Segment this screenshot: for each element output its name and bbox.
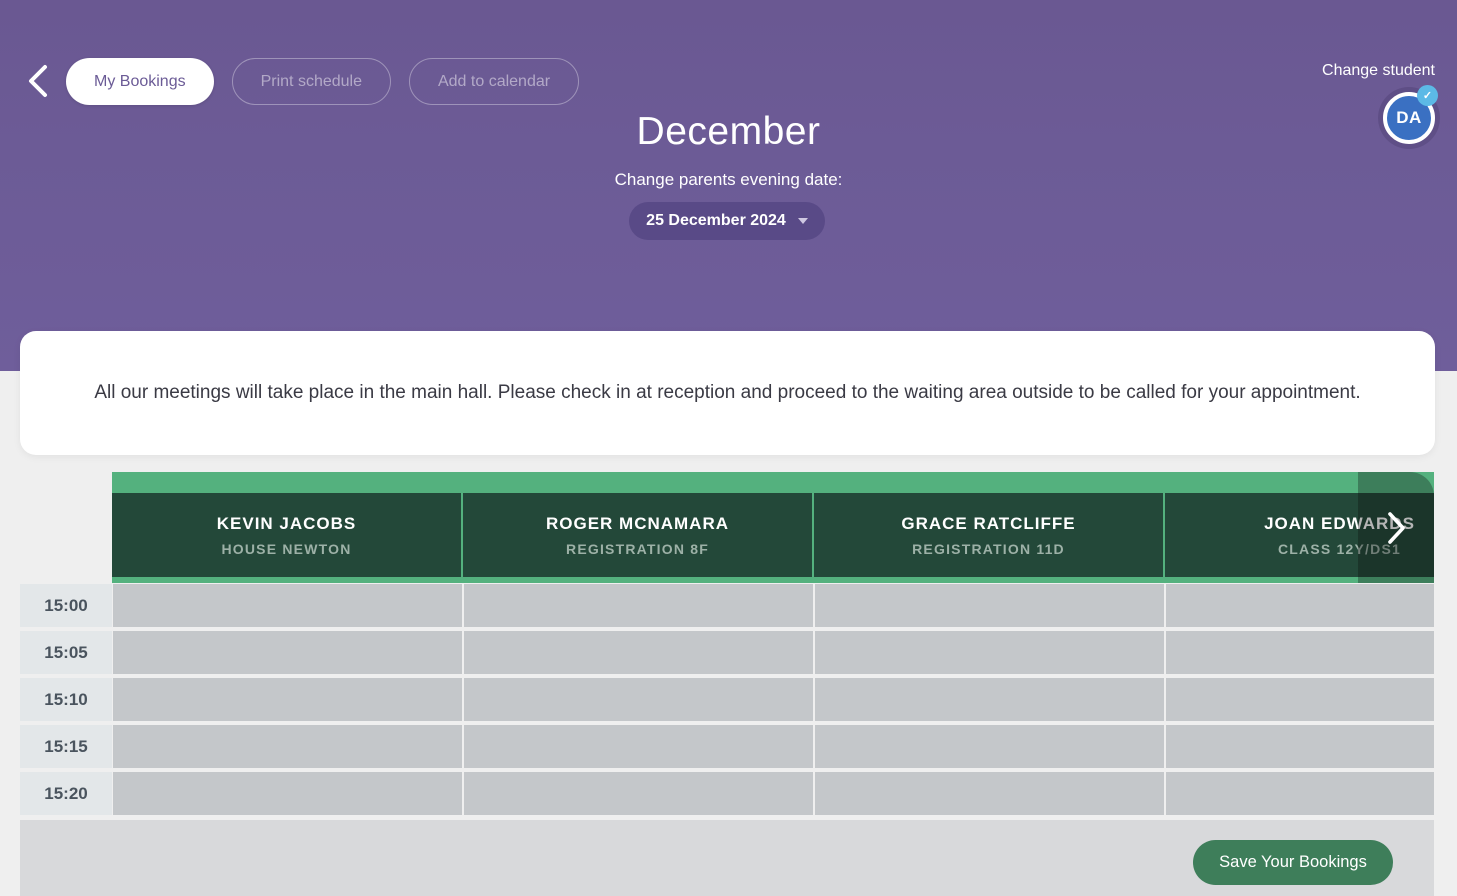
scroll-next-button[interactable] bbox=[1358, 472, 1434, 583]
timeslot-row: 15:05 bbox=[20, 631, 1434, 674]
save-bookings-button[interactable]: Save Your Bookings bbox=[1193, 840, 1393, 885]
date-selector[interactable]: 25 December 2024 bbox=[629, 202, 825, 240]
footer-band: Save Your Bookings bbox=[20, 820, 1434, 896]
time-label: 15:20 bbox=[20, 772, 112, 815]
slot-cell[interactable] bbox=[464, 631, 813, 674]
slot-cell[interactable] bbox=[1166, 678, 1434, 721]
page-title: December bbox=[0, 110, 1457, 154]
teacher-column-roger-mcnamara: ROGER MCNAMARA REGISTRATION 8F bbox=[463, 493, 812, 577]
teacher-name: ROGER MCNAMARA bbox=[546, 514, 729, 534]
slot-cell[interactable] bbox=[815, 631, 1164, 674]
slot-cell[interactable] bbox=[113, 678, 462, 721]
slot-cell[interactable] bbox=[1166, 584, 1434, 627]
header-banner: My Bookings Print schedule Add to calend… bbox=[0, 0, 1457, 371]
date-prompt-label: Change parents evening date: bbox=[0, 170, 1457, 190]
check-icon: ✓ bbox=[1423, 89, 1432, 102]
parents-evening-page: My Bookings Print schedule Add to calend… bbox=[0, 0, 1457, 896]
notice-text: All our meetings will take place in the … bbox=[54, 382, 1400, 404]
teacher-column-kevin-jacobs: KEVIN JACOBS HOUSE NEWTON bbox=[112, 493, 461, 577]
timeslot-row: 15:15 bbox=[20, 725, 1434, 768]
time-label: 15:05 bbox=[20, 631, 112, 674]
schedule-header: KEVIN JACOBS HOUSE NEWTON ROGER MCNAMARA… bbox=[112, 472, 1434, 583]
timeslot-row: 15:20 bbox=[20, 772, 1434, 815]
time-label: 15:10 bbox=[20, 678, 112, 721]
slot-cell[interactable] bbox=[815, 584, 1164, 627]
teacher-columns: KEVIN JACOBS HOUSE NEWTON ROGER MCNAMARA… bbox=[112, 493, 1434, 577]
timeslot-grid: 15:00 15:05 15:10 bbox=[20, 584, 1434, 815]
timeslot-row: 15:00 bbox=[20, 584, 1434, 627]
slot-cell[interactable] bbox=[113, 725, 462, 768]
slot-cell[interactable] bbox=[113, 584, 462, 627]
change-student-link[interactable]: Change student bbox=[1322, 62, 1435, 80]
teacher-group: REGISTRATION 11D bbox=[912, 541, 1065, 557]
teacher-name: GRACE RATCLIFFE bbox=[901, 514, 1075, 534]
teacher-group: HOUSE NEWTON bbox=[221, 541, 351, 557]
slot-cell[interactable] bbox=[113, 772, 462, 815]
slot-cell[interactable] bbox=[1166, 631, 1434, 674]
tab-print-schedule[interactable]: Print schedule bbox=[232, 58, 391, 105]
teacher-group: REGISTRATION 8F bbox=[566, 541, 709, 557]
caret-down-icon bbox=[798, 218, 808, 224]
tab-add-to-calendar[interactable]: Add to calendar bbox=[409, 58, 579, 105]
timeslot-row: 15:10 bbox=[20, 678, 1434, 721]
slot-cell[interactable] bbox=[815, 772, 1164, 815]
slot-cell[interactable] bbox=[815, 725, 1164, 768]
time-label: 15:15 bbox=[20, 725, 112, 768]
notice-card: All our meetings will take place in the … bbox=[20, 331, 1435, 455]
slot-cell[interactable] bbox=[815, 678, 1164, 721]
slot-cell[interactable] bbox=[1166, 772, 1434, 815]
chevron-right-icon bbox=[1383, 510, 1409, 546]
slot-cell[interactable] bbox=[113, 631, 462, 674]
selected-student-badge: ✓ bbox=[1417, 85, 1438, 106]
selected-date-label: 25 December 2024 bbox=[646, 212, 786, 230]
slot-cell[interactable] bbox=[1166, 725, 1434, 768]
slot-cell[interactable] bbox=[464, 725, 813, 768]
teacher-column-grace-ratcliffe: GRACE RATCLIFFE REGISTRATION 11D bbox=[814, 493, 1163, 577]
slot-cell[interactable] bbox=[464, 772, 813, 815]
teacher-name: KEVIN JACOBS bbox=[217, 514, 357, 534]
slot-cell[interactable] bbox=[464, 584, 813, 627]
tab-my-bookings[interactable]: My Bookings bbox=[66, 58, 214, 105]
header-tabs: My Bookings Print schedule Add to calend… bbox=[66, 58, 579, 105]
chevron-left-icon bbox=[26, 64, 50, 98]
slot-cell[interactable] bbox=[464, 678, 813, 721]
time-label: 15:00 bbox=[20, 584, 112, 627]
back-button[interactable] bbox=[20, 64, 56, 100]
